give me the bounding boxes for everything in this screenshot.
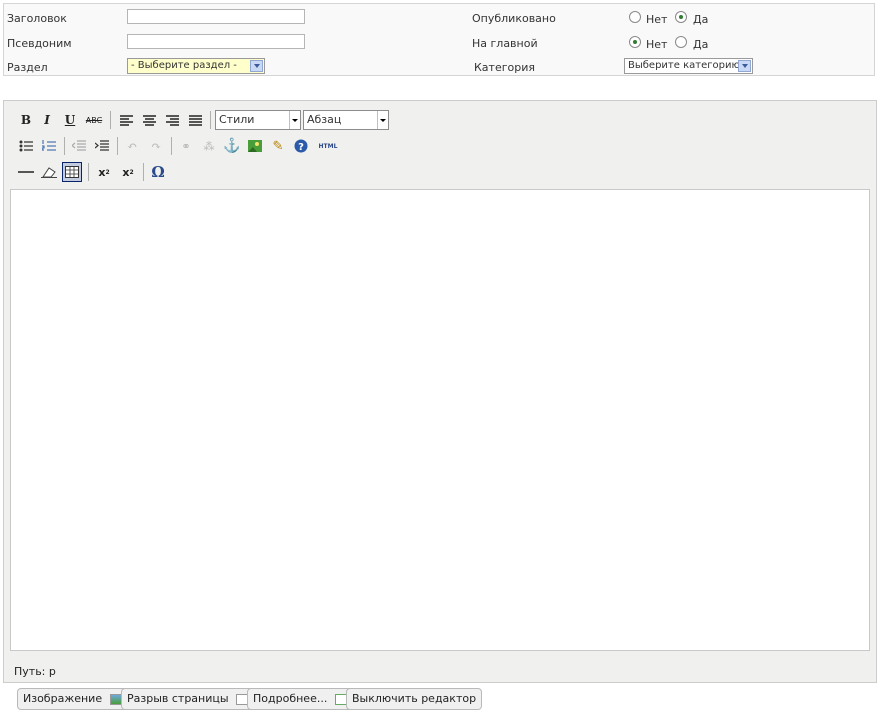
readmore-button[interactable]: Подробнее... [247, 688, 355, 710]
table-icon[interactable] [62, 162, 82, 182]
anchor-icon[interactable]: ⚓ [222, 136, 242, 156]
unlink-icon[interactable]: ⁂ [199, 136, 219, 156]
toolbar-separator [210, 111, 211, 129]
help-icon[interactable]: ? [291, 136, 311, 156]
toolbar-separator [143, 163, 144, 181]
align-center-icon[interactable] [139, 110, 159, 130]
toolbar-row-2: ↶ ↷ ⚭ ⁂ ⚓ ✎ ? HTML [16, 136, 346, 156]
chevron-down-icon [289, 111, 300, 129]
link-icon[interactable]: ⚭ [176, 136, 196, 156]
title-label: Заголовок [7, 12, 67, 25]
published-no-label: Нет [646, 13, 668, 26]
frontpage-no-radio[interactable] [629, 36, 641, 48]
category-label: Категория [474, 61, 535, 74]
align-left-icon[interactable] [116, 110, 136, 130]
bullet-list-icon[interactable] [16, 136, 36, 156]
alias-input[interactable] [127, 34, 305, 49]
subscript-icon[interactable]: x2 [94, 162, 114, 182]
align-right-icon[interactable] [162, 110, 182, 130]
format-select-value: Абзац [307, 113, 342, 126]
insert-image-label: Изображение [23, 692, 103, 705]
published-yes-label: Да [693, 13, 709, 26]
readmore-label: Подробнее... [253, 692, 328, 705]
undo-icon[interactable]: ↶ [122, 136, 142, 156]
chevron-down-icon [377, 111, 388, 129]
horizontal-rule-icon[interactable] [16, 162, 36, 182]
editor-content-area[interactable] [10, 189, 870, 651]
frontpage-no-label: Нет [646, 38, 668, 51]
redo-icon[interactable]: ↷ [146, 136, 166, 156]
remove-format-icon[interactable] [39, 162, 59, 182]
bold-icon[interactable]: B [16, 110, 36, 130]
toolbar-separator [117, 137, 118, 155]
insert-image-button[interactable]: Изображение [17, 688, 130, 710]
published-yes-radio[interactable] [675, 11, 687, 23]
chevron-down-icon [738, 60, 751, 72]
toolbar-separator [171, 137, 172, 155]
rich-text-editor: B I U ABC Стили Абзац ↶ ↷ ⚭ ⁂ ⚓ ✎ ? HTML… [3, 100, 877, 683]
toolbar-separator [88, 163, 89, 181]
pagebreak-label: Разрыв страницы [127, 692, 229, 705]
toggle-editor-button[interactable]: Выключить редактор [346, 688, 483, 710]
styles-select-value: Стили [219, 113, 255, 126]
editor-path-status: Путь: p [14, 665, 56, 678]
styles-select[interactable]: Стили [215, 110, 301, 130]
frontpage-label: На главной [472, 37, 538, 50]
section-select-value: - Выберите раздел - [131, 60, 237, 71]
published-no-radio[interactable] [629, 11, 641, 23]
toolbar-row-3: x2 x2 Ω [16, 162, 176, 182]
strikethrough-icon[interactable]: ABC [84, 110, 104, 130]
toolbar-separator [110, 111, 111, 129]
special-char-icon[interactable]: Ω [148, 162, 168, 182]
toolbar-row-1: B I U ABC Стили Абзац [16, 110, 396, 130]
frontpage-yes-label: Да [693, 38, 709, 51]
frontpage-yes-radio[interactable] [675, 36, 687, 48]
chevron-down-icon [250, 60, 263, 72]
italic-icon[interactable]: I [37, 110, 57, 130]
published-label: Опубликовано [472, 12, 556, 25]
indent-icon[interactable] [92, 136, 112, 156]
format-select[interactable]: Абзац [303, 110, 389, 130]
svg-text:?: ? [298, 142, 304, 153]
underline-icon[interactable]: U [60, 110, 80, 130]
cleanup-icon[interactable]: ✎ [268, 136, 288, 156]
toggle-editor-label: Выключить редактор [352, 692, 477, 705]
section-label: Раздел [7, 61, 48, 74]
category-select[interactable]: Выберите категорию [624, 58, 753, 74]
pagebreak-button[interactable]: Разрыв страницы [121, 688, 257, 710]
html-icon[interactable]: HTML [314, 136, 342, 156]
toolbar-separator [64, 137, 65, 155]
article-details-panel: Заголовок Псевдоним Раздел - Выберите ра… [3, 3, 875, 76]
alias-label: Псевдоним [7, 37, 72, 50]
title-input[interactable] [127, 9, 305, 24]
image-icon[interactable] [245, 136, 265, 156]
category-select-value: Выберите категорию [628, 60, 740, 71]
align-justify-icon[interactable] [185, 110, 205, 130]
numbered-list-icon[interactable] [39, 136, 59, 156]
section-select[interactable]: - Выберите раздел - [127, 58, 265, 74]
outdent-icon[interactable] [69, 136, 89, 156]
superscript-icon[interactable]: x2 [118, 162, 138, 182]
